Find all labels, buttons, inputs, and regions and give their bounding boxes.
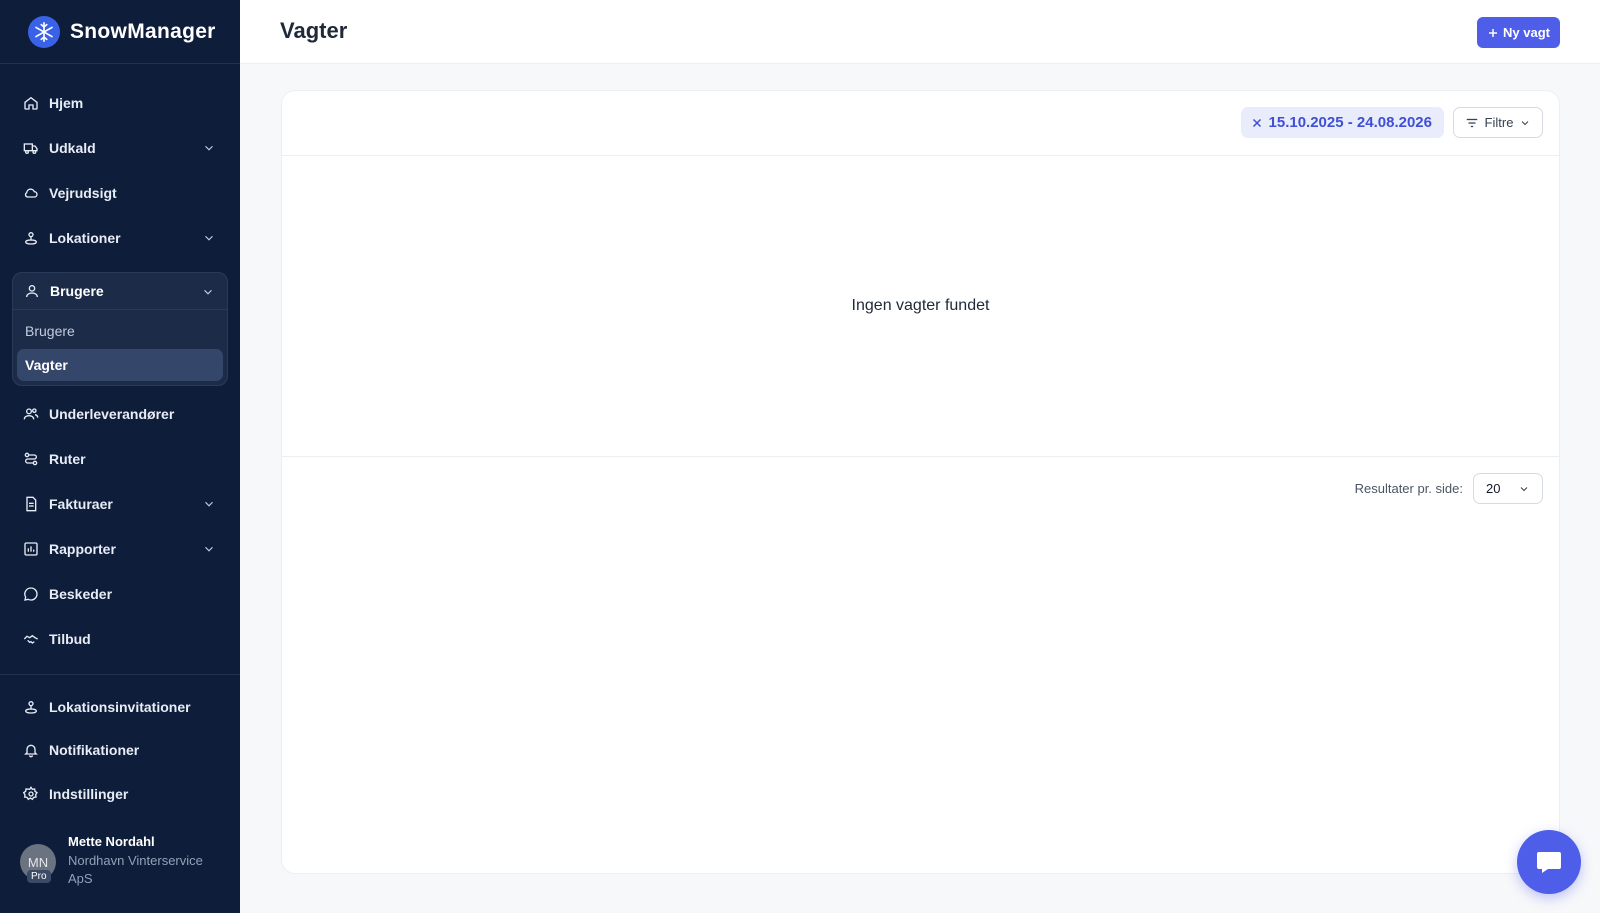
pagination: Resultater pr. side: 20 [1355,473,1543,504]
sidebar-subitem-brugere[interactable]: Brugere [17,315,223,347]
sidebar-item-label: Rapporter [49,541,116,557]
location-icon [22,698,40,716]
chart-icon [22,540,40,558]
per-page-value: 20 [1486,481,1501,496]
sidebar-divider [0,674,240,675]
sidebar-item-indstillinger[interactable]: Indstillinger [12,775,228,813]
sidebar-item-label: Fakturaer [49,496,113,512]
snowflake-logo-icon [28,15,60,48]
cloud-icon [22,184,40,202]
chevron-down-icon [205,145,213,151]
sidebar-item-underleverandorer[interactable]: Underleverandører [12,395,228,433]
sidebar-item-label: Vejrudsigt [49,185,117,201]
chevron-down-icon [205,546,213,552]
users-icon [22,405,40,423]
user-company: Nordhavn Vinterservice ApS [68,853,203,886]
truck-icon [22,139,40,157]
chevron-down-icon [205,235,213,241]
card-toolbar: 15.10.2025 - 24.08.2026 Filtre [282,91,1559,156]
sidebar-item-label: Indstillinger [49,786,129,802]
per-page-label: Resultater pr. side: [1354,481,1463,496]
sidebar-item-fakturaer[interactable]: Fakturaer [12,485,228,523]
sidebar-item-ruter[interactable]: Ruter [12,440,228,478]
message-icon [22,585,40,603]
gear-icon [22,785,40,803]
sidebar: SnowManager Hjem Udkald Vejrudsigt Lokat… [0,0,240,913]
invoice-icon [22,495,40,513]
chevron-down-icon [205,501,213,507]
date-range-text: 15.10.2025 - 24.08.2026 [1268,114,1432,131]
new-shift-button[interactable]: Ny vagt [1477,17,1560,48]
sidebar-item-lokationsinvitationer[interactable]: Lokationsinvitationer [12,688,228,726]
user-name: Mette Nordahl [68,834,155,849]
top-bar: Vagter Ny vagt [240,0,1600,64]
sidebar-item-label: Lokationsinvitationer [49,699,191,715]
chevron-down-icon [1522,120,1529,125]
sidebar-item-udkald[interactable]: Udkald [12,129,228,167]
chevron-down-icon [204,289,212,295]
sidebar-item-hjem[interactable]: Hjem [12,84,228,122]
user-profile[interactable]: MN Pro Mette Nordahl Nordhavn Vinterserv… [20,834,230,894]
shifts-card: 15.10.2025 - 24.08.2026 Filtre Ingen vag… [281,90,1560,874]
sidebar-item-notifikationer[interactable]: Notifikationer [12,731,228,769]
handshake-icon [22,630,40,648]
plan-badge: Pro [27,870,51,883]
sidebar-item-label: Lokationer [49,230,121,246]
sidebar-item-vejrudsigt[interactable]: Vejrudsigt [12,174,228,212]
brand-name: SnowManager [70,19,216,43]
filter-button[interactable]: Filtre [1453,107,1543,138]
plus-icon [1489,28,1498,37]
empty-state-message: Ingen vagter fundet [282,156,1559,457]
filter-icon [1466,118,1477,127]
sidebar-item-label: Underleverandører [49,406,175,422]
location-icon [22,229,40,247]
sidebar-item-label: Hjem [49,95,84,111]
sidebar-subitem-vagter[interactable]: Vagter [17,349,223,381]
sidebar-item-label: Beskeder [49,586,113,602]
sidebar-item-beskeder[interactable]: Beskeder [12,575,228,613]
sidebar-item-rapporter[interactable]: Rapporter [12,530,228,568]
bell-icon [22,741,40,759]
page-title: Vagter [280,18,348,43]
sidebar-item-tilbud[interactable]: Tilbud [12,620,228,658]
route-icon [22,450,40,468]
sidebar-item-brugere[interactable]: Brugere [13,273,227,310]
sidebar-item-lokationer[interactable]: Lokationer [12,219,228,257]
new-shift-button-label: Ny vagt [1503,25,1550,40]
sidebar-item-label: Tilbud [49,631,91,647]
close-icon[interactable] [1251,117,1263,129]
home-icon [22,94,40,112]
per-page-select[interactable]: 20 [1473,473,1543,504]
sidebar-item-label: Udkald [49,140,96,156]
chat-widget-button[interactable] [1517,830,1581,894]
brand[interactable]: SnowManager [0,0,240,64]
chevron-down-icon [1520,486,1528,491]
filter-button-label: Filtre [1484,115,1514,130]
sidebar-group-brugere: Brugere Brugere Vagter [12,272,228,386]
sidebar-item-label: Brugere [50,283,104,299]
sidebar-item-label: Ruter [49,451,86,467]
sidebar-item-label: Notifikationer [49,742,140,758]
date-range-chip[interactable]: 15.10.2025 - 24.08.2026 [1240,107,1444,138]
user-icon [23,282,41,300]
chat-bubble-icon [1537,852,1561,873]
